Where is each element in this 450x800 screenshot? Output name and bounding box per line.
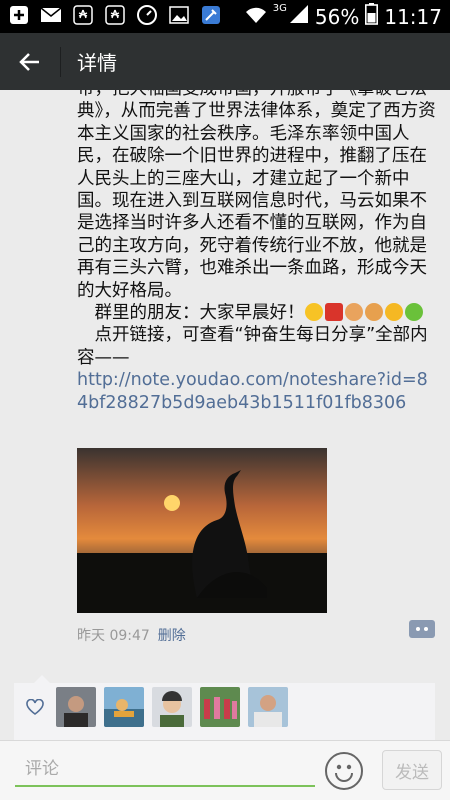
wink-emoji-icon: [384, 303, 403, 322]
notification-icons: [8, 4, 222, 26]
system-status: 3G 56% 11:17: [245, 3, 442, 30]
post-body: 带，把大袖国变成帝国，开服帝子《拿破仑法典》，从而完善了世界法律体系，奠定了西方…: [77, 90, 437, 414]
likes-panel: [14, 675, 435, 740]
title-divider: [60, 46, 61, 77]
link-prompt-text: 点开链接，可查看“钟奋生每日分享”全部内容——: [77, 325, 428, 368]
comment-input[interactable]: [15, 753, 315, 787]
post-text-main: 带，把大袖国变成帝国，开服帝子《拿破仑法典》，从而完善了世界法律体系，奠定了西方…: [77, 90, 436, 301]
brush-icon: [200, 4, 222, 26]
avatar[interactable]: [152, 687, 192, 727]
huawei-icon: [104, 4, 126, 26]
heart-icon: [26, 699, 44, 715]
network-type: 3G: [272, 3, 287, 14]
smile-emoji-icon: [304, 303, 323, 322]
post-detail: 带，把大袖国变成帝国，开服帝子《拿破仑法典》，从而完善了世界法律体系，奠定了西方…: [0, 90, 450, 740]
battery-icon: [365, 3, 379, 30]
avatar[interactable]: [200, 687, 240, 727]
post-meta: 昨天 09:47 删除: [77, 625, 186, 645]
delete-link[interactable]: 删除: [158, 628, 186, 644]
emoji-button[interactable]: [325, 752, 363, 790]
comment-bar: 发送: [0, 740, 450, 800]
avatar[interactable]: [104, 687, 144, 727]
title-bar: 详情: [0, 33, 450, 90]
frog-emoji-icon: [404, 303, 423, 322]
send-button[interactable]: 发送: [382, 750, 442, 790]
battery-percent: 56%: [314, 4, 360, 29]
status-bar: 3G 56% 11:17: [0, 0, 450, 33]
emoji-icon: [335, 764, 353, 782]
page-title: 详情: [77, 51, 117, 75]
wifi-icon: [245, 5, 267, 29]
liker-avatars: [56, 687, 288, 727]
image-icon: [168, 4, 190, 26]
signal-icon: [289, 4, 309, 29]
rose-emoji-icon: [324, 303, 343, 322]
plus-icon: [8, 4, 30, 26]
mail-icon: [40, 4, 62, 26]
note-link[interactable]: http://note.youdao.com/noteshare?id=84bf…: [77, 370, 428, 412]
avatar[interactable]: [248, 687, 288, 727]
prayer-emoji-icon: [364, 303, 383, 322]
emoji-row: [304, 302, 425, 324]
huawei-icon: [72, 4, 94, 26]
back-arrow-icon: [19, 52, 39, 71]
clock: 11:17: [384, 4, 442, 29]
post-time: 昨天 09:47: [77, 628, 150, 644]
more-icon[interactable]: [409, 620, 435, 638]
gauge-icon: [136, 4, 158, 26]
handshake-emoji-icon: [344, 303, 363, 322]
greeting-text: 群里的朋友：大家早晨好！: [77, 303, 305, 324]
post-image[interactable]: [77, 448, 327, 613]
avatar[interactable]: [56, 687, 96, 727]
back-button[interactable]: [0, 33, 60, 90]
